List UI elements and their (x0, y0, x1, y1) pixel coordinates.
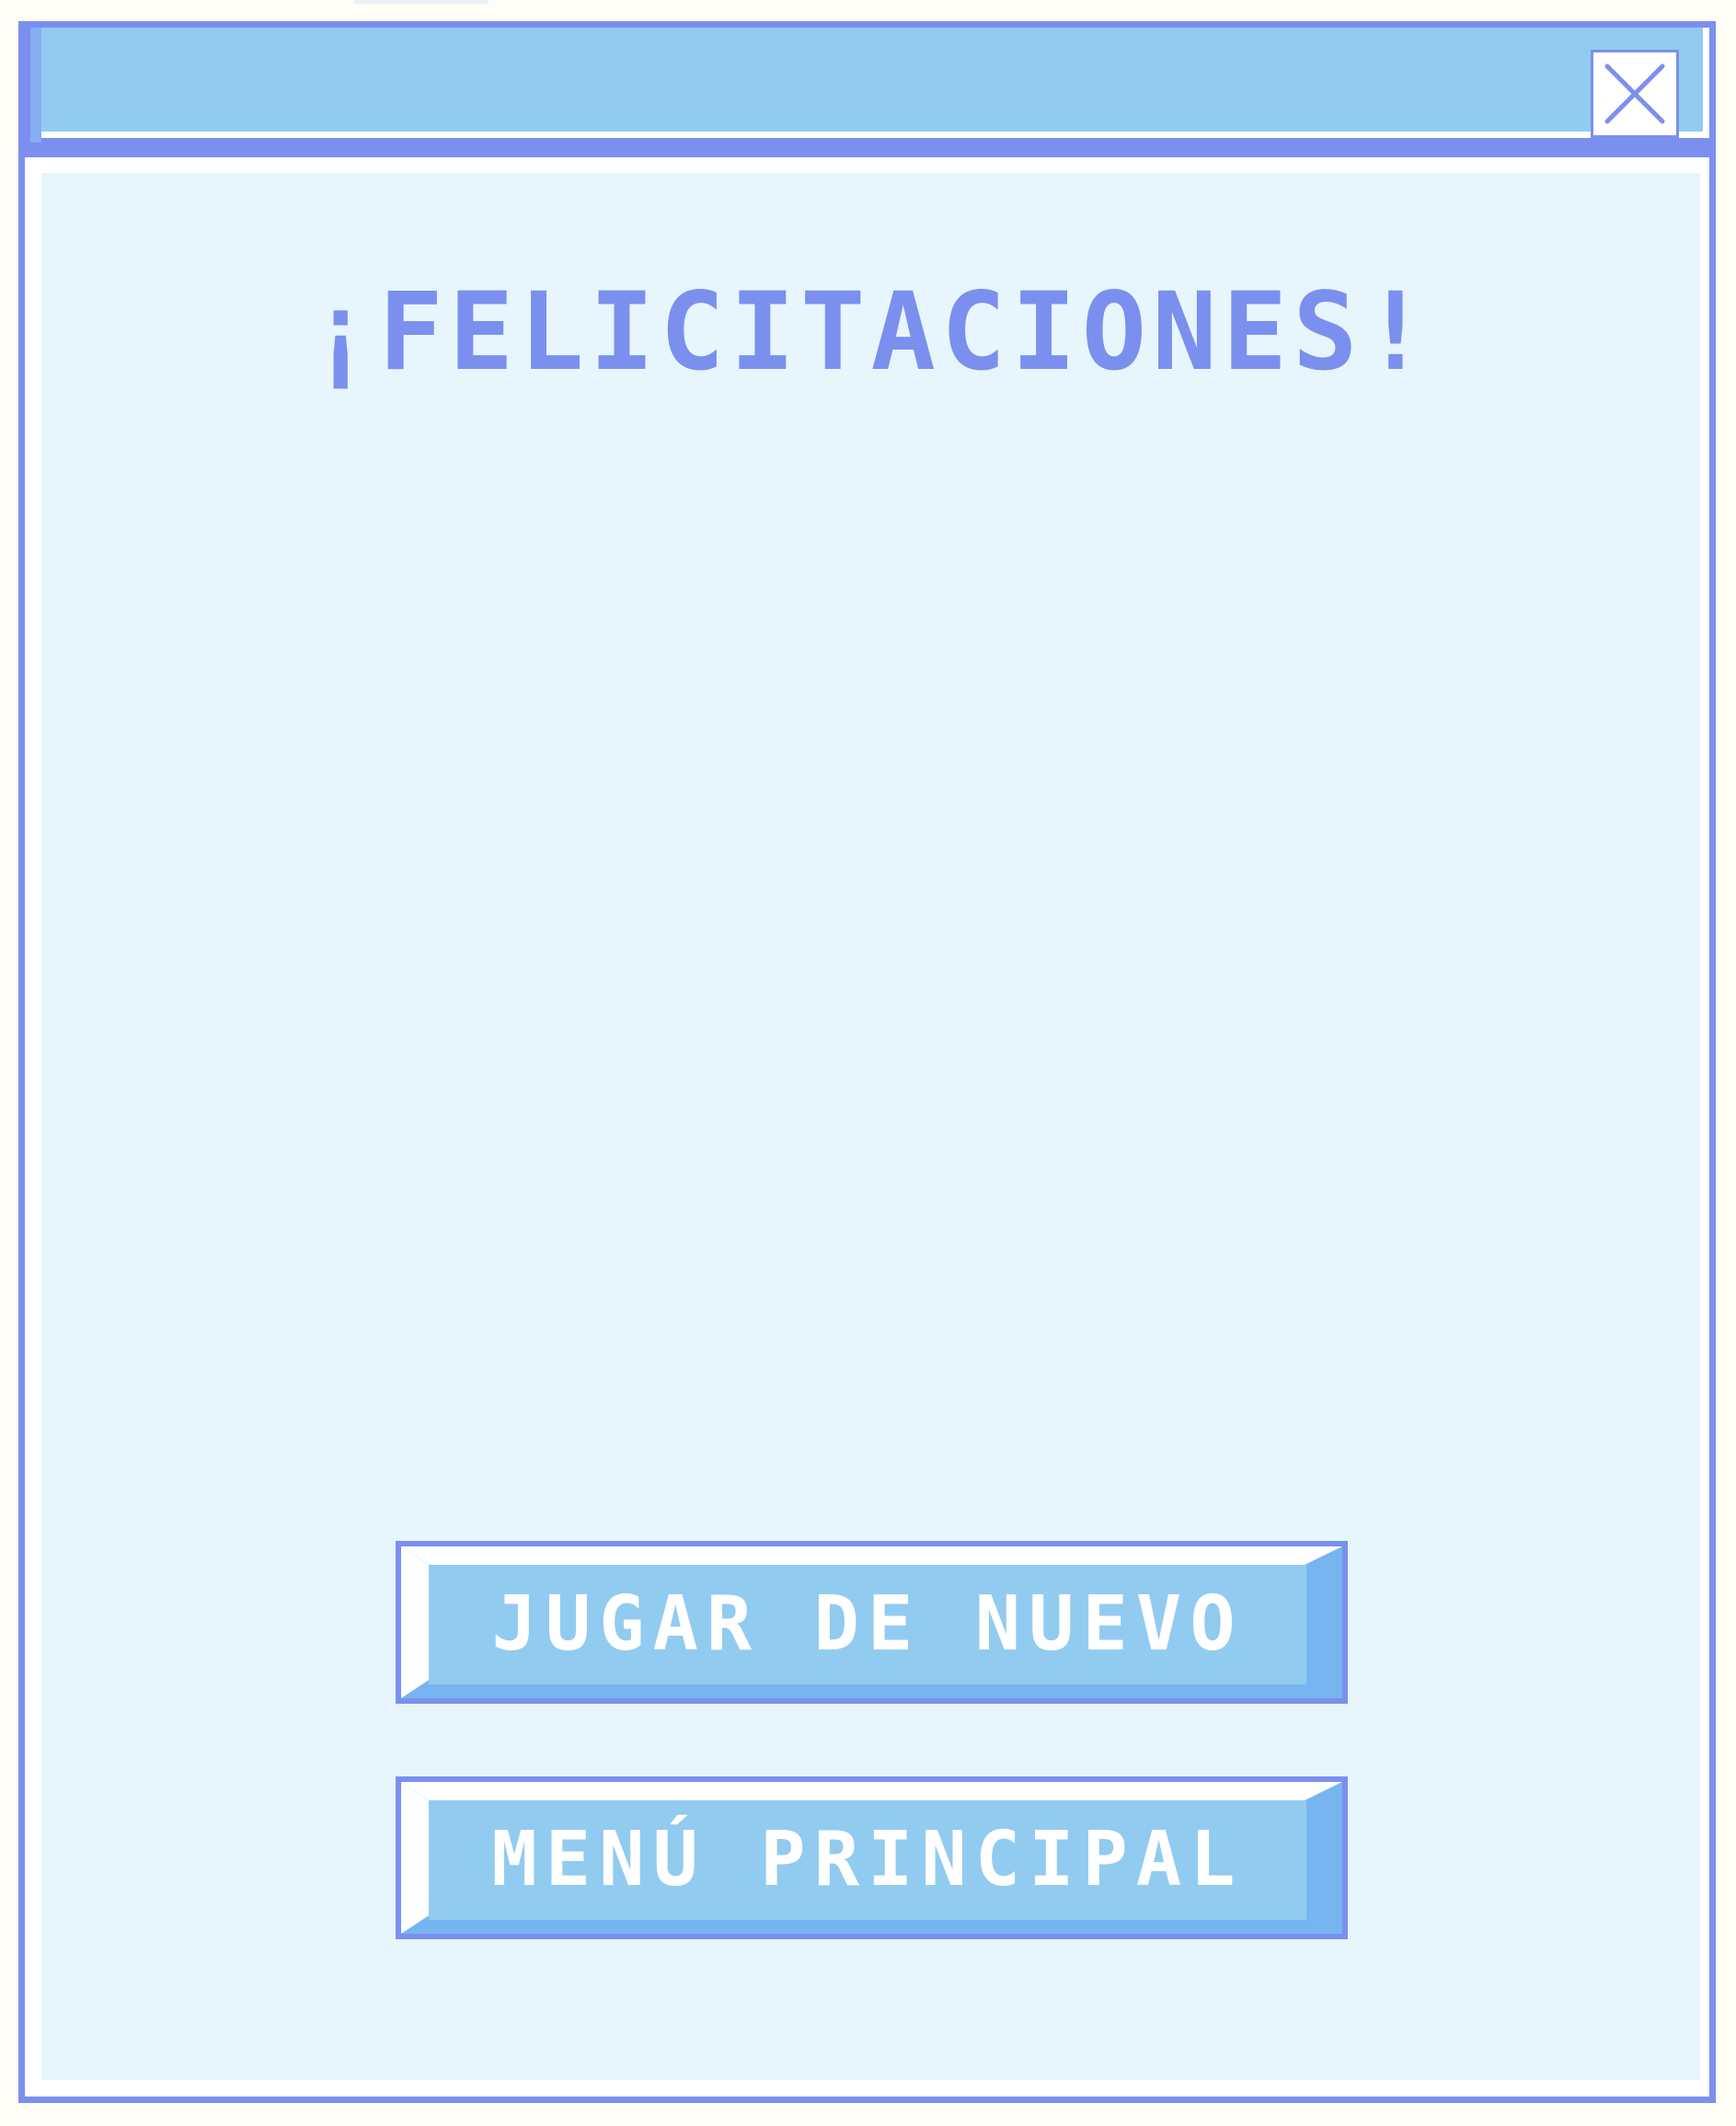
main-menu-button[interactable]: MENÚ PRINCIPAL (396, 1776, 1348, 1939)
play-again-label: JUGAR DE NUEVO (491, 1580, 1244, 1668)
button-highlight-left (401, 1546, 429, 1698)
top-tab-hint (354, 0, 489, 4)
dialog-title: ¡FELICITACIONES! (307, 269, 1434, 395)
dialog-body: ¡FELICITACIONES! JUGAR DE NUEVO MENÚ PRI… (41, 173, 1700, 2080)
close-button[interactable] (1591, 50, 1679, 138)
button-highlight-left (401, 1782, 429, 1934)
congratulations-dialog: ¡FELICITACIONES! JUGAR DE NUEVO MENÚ PRI… (18, 21, 1716, 2103)
play-again-button[interactable]: JUGAR DE NUEVO (396, 1541, 1348, 1704)
dialog-titlebar (25, 28, 1709, 157)
titlebar-bevel (25, 28, 41, 143)
button-highlight-top (401, 1782, 1342, 1800)
close-x-icon (1604, 63, 1665, 124)
titlebar-fill (25, 28, 1703, 132)
button-highlight-top (401, 1546, 1342, 1565)
dialog-body-frame: ¡FELICITACIONES! JUGAR DE NUEVO MENÚ PRI… (25, 157, 1709, 2097)
main-menu-label: MENÚ PRINCIPAL (491, 1816, 1244, 1903)
